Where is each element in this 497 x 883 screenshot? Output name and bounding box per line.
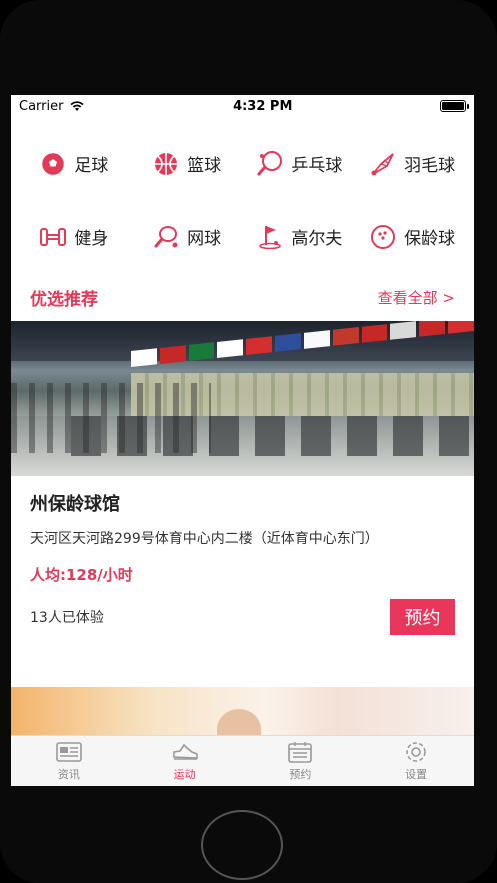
tab-label: 预约 (289, 768, 312, 781)
bowling-ball-icon (368, 222, 398, 252)
phone-frame: Carrier 4:32 PM 足球 篮球 乒乓球 羽毛球 健身 网球 高尔夫 … (0, 0, 497, 883)
experience-count: 13人已体验 (30, 610, 104, 626)
category-badminton[interactable]: 羽毛球 (355, 127, 468, 200)
category-label: 网球 (187, 229, 222, 249)
tab-settings[interactable]: 设置 (358, 736, 474, 786)
book-button[interactable]: 预约 (390, 599, 455, 635)
next-venue-photo[interactable] (11, 687, 474, 735)
status-time: 4:32 PM (233, 98, 293, 114)
dumbbell-icon (38, 222, 68, 252)
home-button[interactable] (201, 810, 283, 880)
category-label: 健身 (74, 229, 109, 249)
carrier-label: Carrier (19, 98, 64, 114)
battery-icon (439, 100, 469, 112)
category-label: 高尔夫 (291, 229, 343, 249)
tab-label: 运动 (173, 768, 196, 781)
news-icon (56, 742, 82, 762)
tennis-racket-icon (151, 222, 181, 252)
basketball-icon (151, 149, 181, 179)
app-screen: Carrier 4:32 PM 足球 篮球 乒乓球 羽毛球 健身 网球 高尔夫 … (11, 95, 474, 786)
gear-icon (406, 742, 426, 762)
golf-flag-icon (255, 222, 285, 252)
tab-label: 资讯 (57, 768, 80, 781)
category-label: 保龄球 (404, 229, 456, 249)
tab-news[interactable]: 资讯 (11, 736, 127, 786)
category-bowling[interactable]: 保龄球 (355, 200, 468, 273)
wifi-icon (70, 101, 84, 111)
category-label: 篮球 (187, 156, 222, 176)
ping-pong-paddle-icon (255, 149, 285, 179)
soccer-ball-icon (38, 149, 68, 179)
category-grid: 足球 篮球 乒乓球 羽毛球 健身 网球 高尔夫 保龄球 (11, 127, 474, 273)
venue-card[interactable]: 州保龄球馆 天河区天河路299号体育中心内二楼（近体育中心东门） 人均:128/… (11, 476, 474, 635)
venue-name: 州保龄球馆 (30, 494, 120, 515)
category-label: 羽毛球 (404, 156, 456, 176)
venue-address: 天河区天河路299号体育中心内二楼（近体育中心东门） (30, 531, 379, 547)
tab-label: 设置 (405, 768, 428, 781)
tab-booking[interactable]: 预约 (243, 736, 359, 786)
calendar-icon (288, 742, 313, 763)
category-label: 足球 (74, 156, 109, 176)
tab-sport[interactable]: 运动 (127, 736, 243, 786)
venue-photo[interactable] (11, 321, 474, 476)
venue-price: 人均:128/小时 (30, 566, 133, 584)
category-fitness[interactable]: 健身 (17, 200, 130, 273)
category-label: 乒乓球 (291, 156, 343, 176)
category-tennis[interactable]: 网球 (130, 200, 243, 273)
shuttlecock-icon (368, 149, 398, 179)
category-basketball[interactable]: 篮球 (130, 127, 243, 200)
recommend-header: 优选推荐 查看全部 > (11, 273, 474, 321)
section-title: 优选推荐 (30, 289, 98, 310)
tab-bar: 资讯 运动 预约 设置 (11, 735, 474, 786)
category-soccer[interactable]: 足球 (17, 127, 130, 200)
sneaker-icon (172, 743, 198, 760)
view-all-link[interactable]: 查看全部 > (378, 287, 455, 308)
category-ping-pong[interactable]: 乒乓球 (243, 127, 356, 200)
status-bar: Carrier 4:32 PM (11, 95, 474, 117)
category-golf[interactable]: 高尔夫 (243, 200, 356, 273)
